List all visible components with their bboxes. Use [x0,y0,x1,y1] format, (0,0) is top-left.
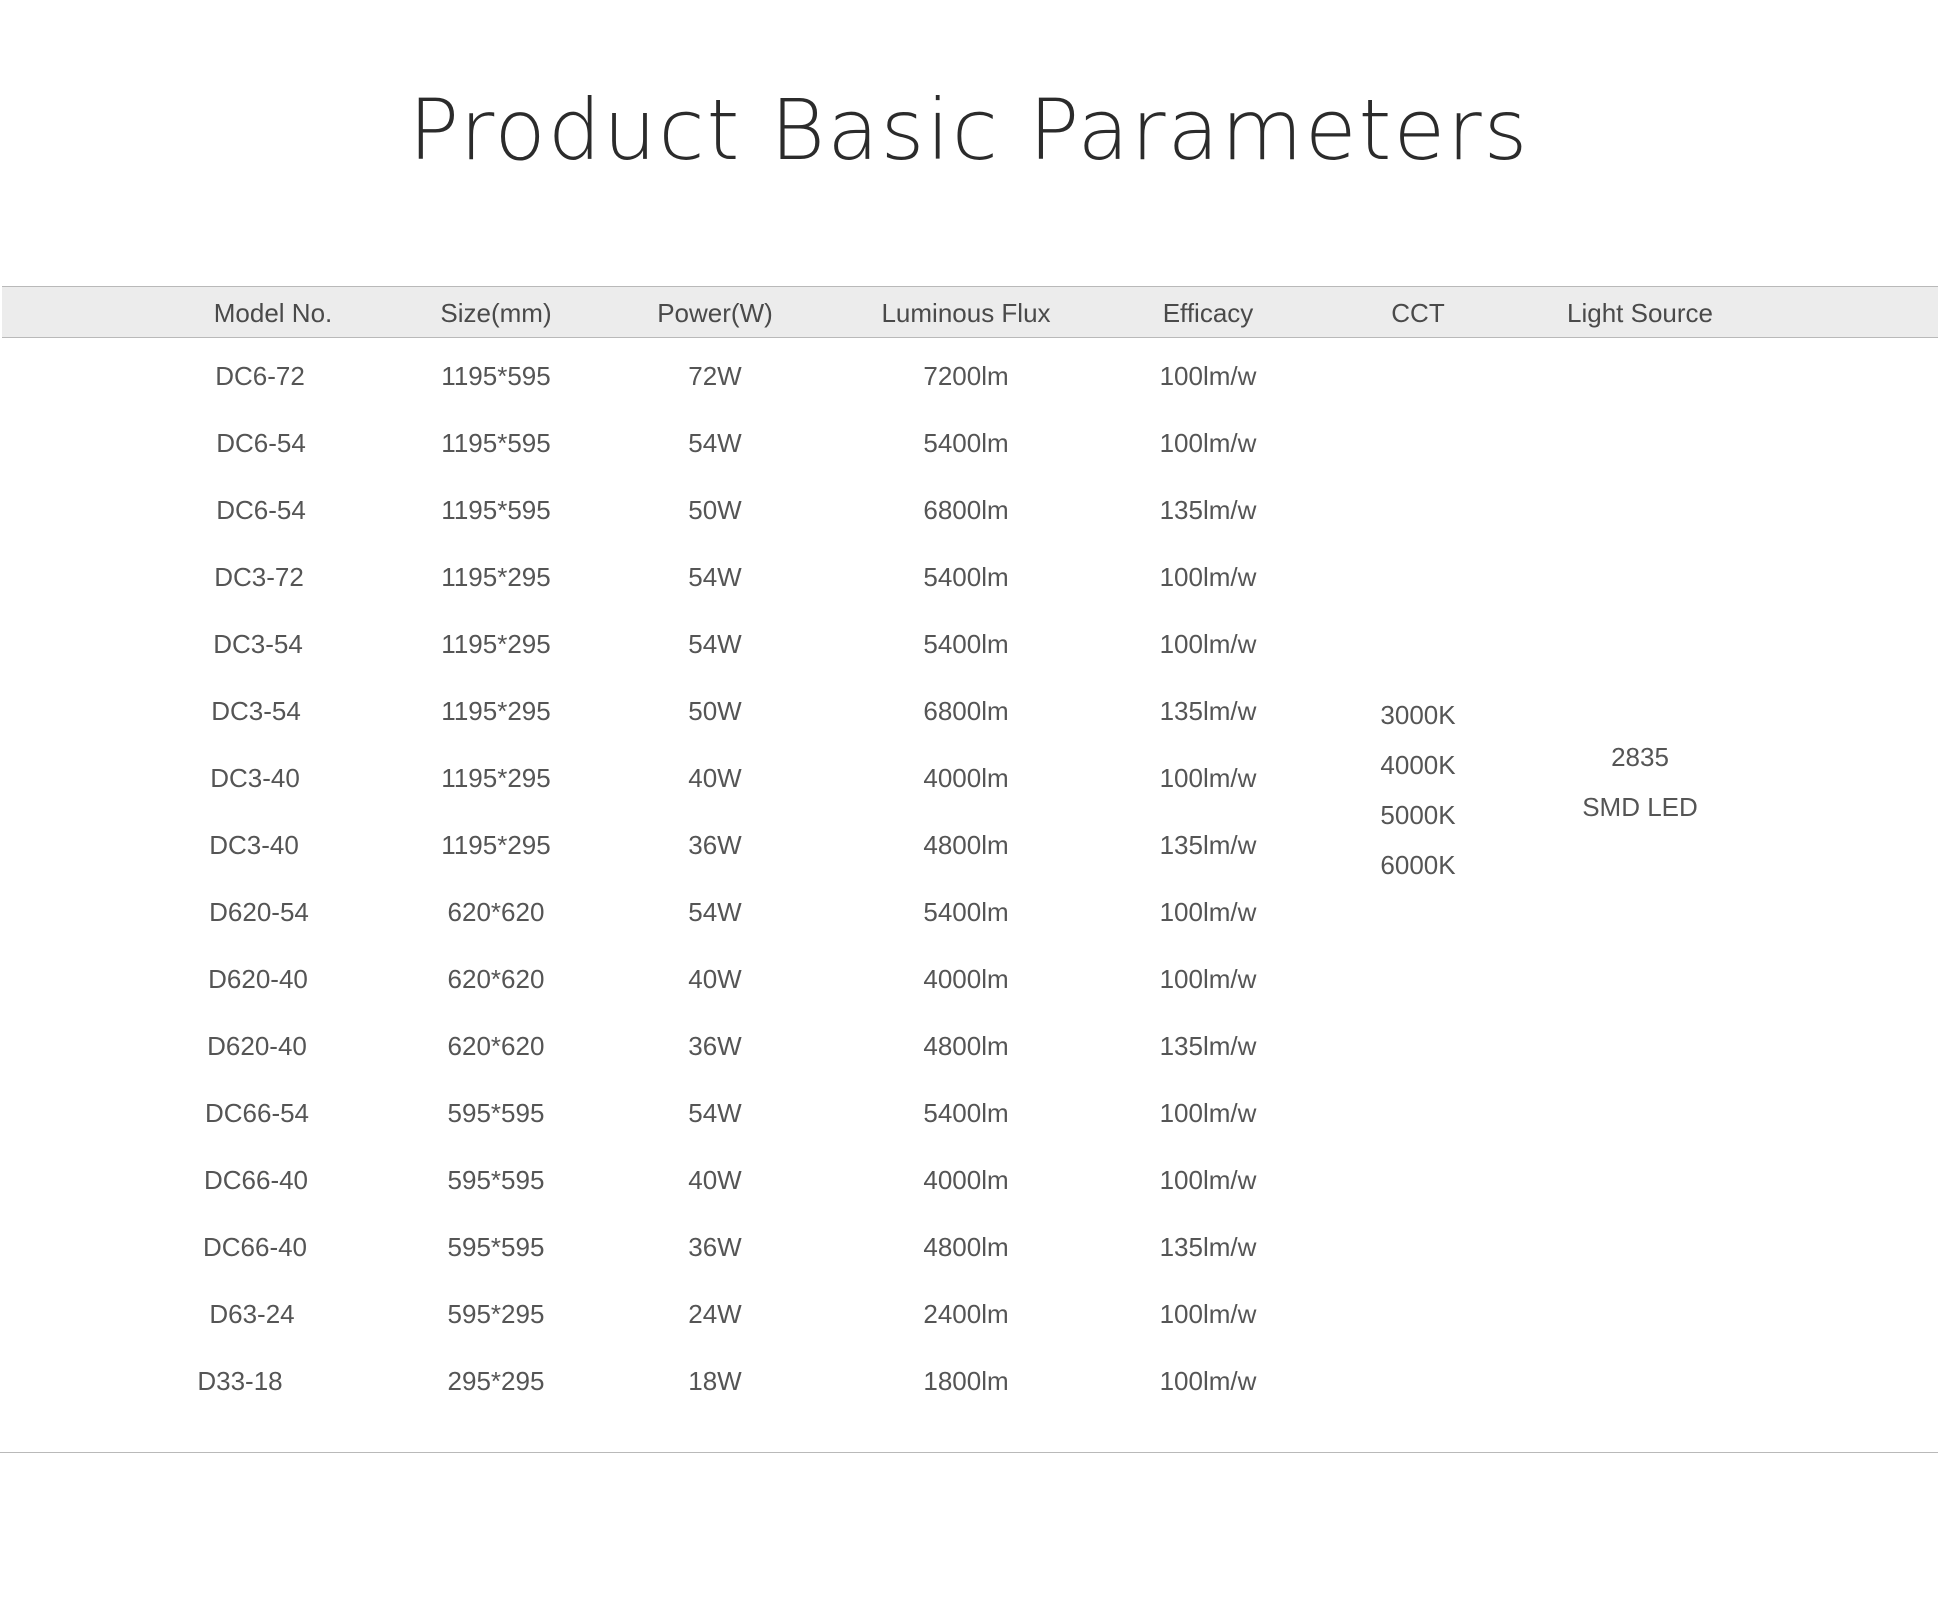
size-cell: 595*595 [447,1165,545,1195]
power-cell: 54W [688,562,742,592]
size-cell: 295*295 [447,1366,545,1396]
efficacy-cell: 100lm/w [1159,1299,1257,1329]
flux-cell: 4800lm [923,1031,1009,1061]
efficacy-cell: 100lm/w [1159,428,1257,458]
model-cell: D620-54 [209,897,309,927]
size-cell: 595*595 [447,1232,545,1262]
efficacy-cell: 100lm/w [1159,562,1257,592]
cct-value: 6000K [1380,850,1456,880]
model-cell: D33-18 [197,1366,283,1396]
power-cell: 72W [688,361,742,391]
model-cell: DC6-54 [216,495,306,525]
flux-cell: 4000lm [923,1165,1009,1195]
size-cell: 1195*295 [441,763,551,793]
power-cell: 40W [688,964,742,994]
flux-cell: 4800lm [923,830,1009,860]
column-header: Power(W) [657,298,773,328]
size-cell: 595*595 [447,1098,545,1128]
model-cell: DC66-40 [202,1232,308,1262]
flux-cell: 6800lm [923,495,1009,525]
cct-value: 4000K [1380,750,1456,780]
power-cell: 54W [688,897,742,927]
flux-cell: 1800lm [923,1366,1009,1396]
light-source-value: 2835 [1611,742,1669,772]
efficacy-cell: 135lm/w [1159,495,1257,525]
efficacy-cell: 135lm/w [1159,696,1257,726]
efficacy-cell: 100lm/w [1159,361,1257,391]
power-cell: 40W [688,1165,742,1195]
size-cell: 1195*295 [441,696,551,726]
cct-value: 3000K [1380,700,1456,730]
model-cell: DC3-54 [211,696,301,726]
model-cell: DC3-40 [210,763,300,793]
flux-cell: 4000lm [923,964,1009,994]
flux-cell: 5400lm [923,629,1009,659]
flux-cell: 4800lm [923,1232,1009,1262]
efficacy-cell: 100lm/w [1159,1098,1257,1128]
efficacy-cell: 135lm/w [1159,830,1257,860]
size-cell: 620*620 [447,1031,545,1061]
power-cell: 54W [688,629,742,659]
power-cell: 18W [688,1366,742,1396]
size-cell: 1195*595 [441,361,551,391]
flux-cell: 2400lm [923,1299,1009,1329]
flux-cell: 5400lm [923,897,1009,927]
model-cell: DC66-54 [204,1098,310,1128]
model-cell: DC66-40 [203,1165,309,1195]
model-cell: DC6-72 [215,361,305,391]
efficacy-cell: 100lm/w [1159,964,1257,994]
efficacy-cell: 135lm/w [1159,1031,1257,1061]
power-cell: 50W [688,696,742,726]
light-source-value: SMD LED [1582,792,1698,822]
model-cell: DC6-54 [216,428,306,458]
model-cell: DC3-40 [209,830,299,860]
model-cell: DC3-72 [214,562,304,592]
size-cell: 1195*595 [441,428,551,458]
size-cell: 1195*595 [441,495,551,525]
column-header: Luminous Flux [881,298,1051,328]
column-header: Size(mm) [440,298,552,328]
power-cell: 24W [688,1299,742,1329]
column-header: CCT [1391,298,1445,328]
size-cell: 620*620 [447,897,545,927]
column-header: Efficacy [1162,298,1254,328]
efficacy-cell: 100lm/w [1159,1165,1257,1195]
size-cell: 1195*295 [441,629,551,659]
cct-value: 5000K [1380,800,1456,830]
size-cell: 595*295 [447,1299,545,1329]
model-cell: D63-24 [209,1299,295,1329]
column-header: Light Source [1567,298,1713,328]
page-title: Product Basic Parameters [408,81,1530,179]
light-source-merged-cell: 2835 SMD LED [1582,732,1698,832]
table-bottom-rule [0,1452,1938,1453]
power-cell: 50W [688,495,742,525]
size-cell: 1195*295 [441,562,551,592]
flux-cell: 5400lm [923,562,1009,592]
efficacy-cell: 100lm/w [1159,1366,1257,1396]
efficacy-cell: 100lm/w [1159,763,1257,793]
efficacy-cell: 135lm/w [1159,1232,1257,1262]
efficacy-cell: 100lm/w [1159,897,1257,927]
column-header: Model No. [213,298,333,328]
power-cell: 36W [688,1031,742,1061]
model-cell: DC3-54 [213,629,303,659]
flux-cell: 4000lm [923,763,1009,793]
power-cell: 36W [688,830,742,860]
flux-cell: 7200lm [923,361,1009,391]
flux-cell: 6800lm [923,696,1009,726]
model-cell: D620-40 [208,964,308,994]
power-cell: 36W [688,1232,742,1262]
power-cell: 54W [688,1098,742,1128]
model-cell: D620-40 [207,1031,307,1061]
power-cell: 40W [688,763,742,793]
flux-cell: 5400lm [923,428,1009,458]
flux-cell: 5400lm [923,1098,1009,1128]
efficacy-cell: 100lm/w [1159,629,1257,659]
cct-merged-cell: 3000K 4000K 5000K 6000K [1380,690,1455,890]
size-cell: 620*620 [447,964,545,994]
size-cell: 1195*295 [441,830,551,860]
power-cell: 54W [688,428,742,458]
